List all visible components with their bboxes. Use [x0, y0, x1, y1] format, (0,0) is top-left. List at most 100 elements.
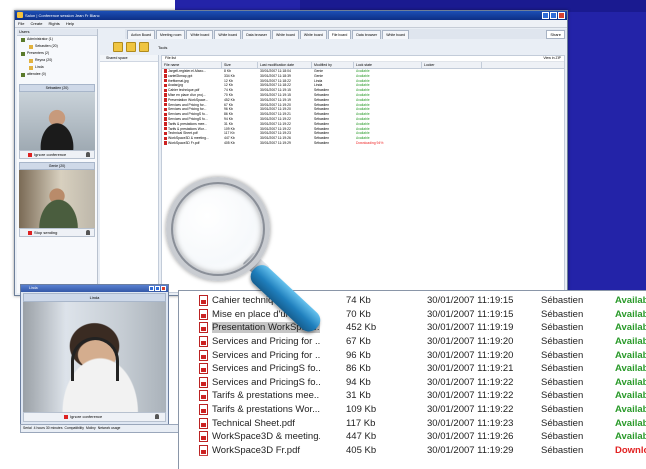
tab[interactable]: Data browser — [242, 30, 272, 39]
zoomed-file-row[interactable]: Technical Sheet.pdf 117 Kb 30/01/2007 11:1… — [199, 416, 646, 430]
file-name-text: Jargell-register.el-Maxo... — [168, 69, 207, 73]
tree-item[interactable]: Sebastien (20) — [17, 43, 97, 50]
tree-item-label: Presenters (2) — [27, 51, 50, 55]
file-name-text: Services and Pricing for... — [168, 107, 207, 112]
group-icon — [21, 51, 25, 56]
maximize-button[interactable] — [155, 286, 160, 291]
file-name-text: cartef2kmap.ppt — [168, 73, 193, 78]
file-row[interactable]: WorkSpace3D Fr.pdf 405 Kb 30/01/2007 11:19… — [162, 141, 564, 146]
zoomed-file-status: Available — [615, 431, 646, 443]
zoomed-file-user: Sébastien — [541, 390, 584, 402]
zoomed-file-name: Technical Sheet.pdf — [212, 417, 295, 429]
pdf-file-icon — [164, 141, 167, 145]
file-name-text: Mise en place d'un proj... — [168, 92, 206, 97]
zoomed-file-row[interactable]: Services and PricingS fo... 86 Kb 30/01/20… — [199, 362, 646, 376]
stop-icon[interactable] — [28, 152, 32, 157]
stop-icon[interactable] — [28, 230, 32, 235]
zoomed-file-status: Available — [615, 349, 646, 361]
col-lock-state[interactable]: Lock state — [354, 62, 422, 68]
tree-item[interactable]: attendee (0) — [17, 71, 97, 78]
stop-icon[interactable] — [64, 415, 68, 419]
menu-create[interactable]: Create — [30, 20, 42, 27]
tab[interactable]: White board — [272, 30, 299, 39]
close-button[interactable] — [161, 286, 166, 291]
share-button[interactable]: Share — [546, 30, 565, 39]
pdf-file-icon — [199, 390, 208, 402]
window-title: Salon | Conference session Jean Fr Blanc — [25, 13, 100, 18]
user-icon[interactable] — [155, 414, 159, 419]
zoomed-file-size: 96 Kb — [346, 349, 371, 361]
file-name-text: Presentation WorkSpace... — [168, 97, 209, 102]
tab[interactable]: White board — [382, 30, 410, 39]
zoomed-file-row[interactable]: Services and Pricing for ... 96 Kb 30/01/2… — [199, 348, 646, 362]
zoomed-file-size: 117 Kb — [346, 417, 376, 429]
pdf-file-icon — [199, 295, 208, 307]
tab[interactable]: White board — [299, 30, 327, 39]
col-locker[interactable]: Locker — [422, 62, 482, 68]
zoomed-file-status: Available — [615, 336, 646, 348]
tab[interactable]: White board — [214, 30, 242, 39]
col-modified-date[interactable]: Last modification date — [258, 62, 312, 68]
pdf-file-icon — [164, 136, 167, 141]
tab-bar: Action Board Meeting room White board White… — [125, 29, 567, 39]
zoomed-file-user: Sébastien — [541, 336, 584, 348]
pdf-file-icon — [164, 126, 167, 131]
tree-item[interactable]: Reyna (20) — [17, 57, 97, 64]
maximize-button[interactable] — [550, 12, 557, 19]
video-3-action[interactable]: Ignore conference — [70, 414, 102, 419]
zoomed-file-name: Services and PricingS fo... — [212, 363, 320, 375]
minimize-button[interactable] — [149, 286, 154, 291]
folder-icon[interactable] — [113, 42, 123, 52]
view-zip-button[interactable]: View in ZIP — [543, 56, 564, 61]
user-icon — [29, 58, 33, 63]
tab[interactable]: Action Board — [127, 30, 156, 39]
zoomed-file-row[interactable]: Mise en place d'un proj... 70 Kb 30/01/200… — [199, 308, 646, 322]
video-2-action[interactable]: Stop sending — [34, 230, 57, 235]
group-icon — [21, 72, 25, 77]
pdf-file-icon — [164, 78, 167, 83]
col-size[interactable]: Size — [222, 62, 258, 68]
menu-rights[interactable]: Rights — [48, 20, 59, 27]
user-icon[interactable] — [86, 230, 90, 235]
zoomed-file-row[interactable]: Services and Pricing for ... 67 Kb 30/01/2… — [199, 335, 646, 349]
video-feed-3 — [23, 302, 166, 412]
tab[interactable]: File board — [327, 30, 352, 39]
minimize-button[interactable] — [542, 12, 549, 19]
tree-item[interactable]: Linda — [17, 64, 97, 71]
pdf-file-icon — [199, 363, 208, 375]
tab[interactable]: White board — [186, 30, 214, 39]
file-name-text: Avatar.jpg — [168, 83, 184, 88]
zoomed-file-row[interactable]: WorkSpace3D & meeting... 447 Kb 30/01/2007… — [199, 430, 646, 444]
zoomed-file-size: 86 Kb — [346, 363, 371, 375]
zoomed-file-row[interactable]: Tarifs & prestations mee... 31 Kb 30/01/20… — [199, 389, 646, 403]
tree-item[interactable]: Presenters (2) — [17, 50, 97, 57]
video-1-action[interactable]: Ignore conference — [34, 152, 66, 157]
menu-file[interactable]: File — [18, 20, 24, 27]
zoomed-file-name: Tarifs & prestations Wor... — [212, 404, 320, 416]
file-name-text: Services and Pricing for... — [168, 102, 207, 107]
folder-up-icon[interactable] — [126, 42, 136, 52]
zoomed-file-date: 30/01/2007 11:19:15 — [427, 308, 514, 320]
zoomed-file-user: Sébastien — [541, 376, 584, 388]
user-icon[interactable] — [86, 152, 90, 157]
zoomed-file-row[interactable]: Presentation WorkSpace... 452 Kb 30/01/200… — [199, 321, 646, 335]
col-file-name[interactable]: File name — [162, 62, 222, 68]
video-window-title: Linda — [29, 286, 38, 290]
zoomed-file-row[interactable]: Tarifs & prestations Wor... 109 Kb 30/01/2… — [199, 403, 646, 417]
zoomed-file-row[interactable]: Services and PricingS fo... 94 Kb 30/01/20… — [199, 376, 646, 390]
tree-item[interactable]: Administrator (1) — [17, 36, 97, 43]
zoomed-file-name: WorkSpace3D & meeting... — [212, 431, 320, 443]
close-button[interactable] — [558, 12, 565, 19]
menu-help[interactable]: Help — [66, 20, 74, 27]
pdf-file-icon — [199, 417, 208, 429]
tab[interactable]: Meeting room — [156, 30, 186, 39]
shared-space-label[interactable]: Shared space — [100, 55, 158, 62]
zoomed-file-date: 30/01/2007 11:19:23 — [427, 417, 514, 429]
tab[interactable]: Data browser — [352, 30, 382, 39]
file-status: Downloading 94% — [356, 140, 384, 145]
new-folder-icon[interactable] — [139, 42, 149, 52]
users-panel: Users Administrator (1) Sebastien (20) Pre… — [17, 29, 98, 293]
zoomed-file-size: 70 Kb — [346, 308, 371, 320]
col-modified-by[interactable]: Modified by — [312, 62, 354, 68]
video-window-title-bar: Linda — [21, 285, 168, 292]
